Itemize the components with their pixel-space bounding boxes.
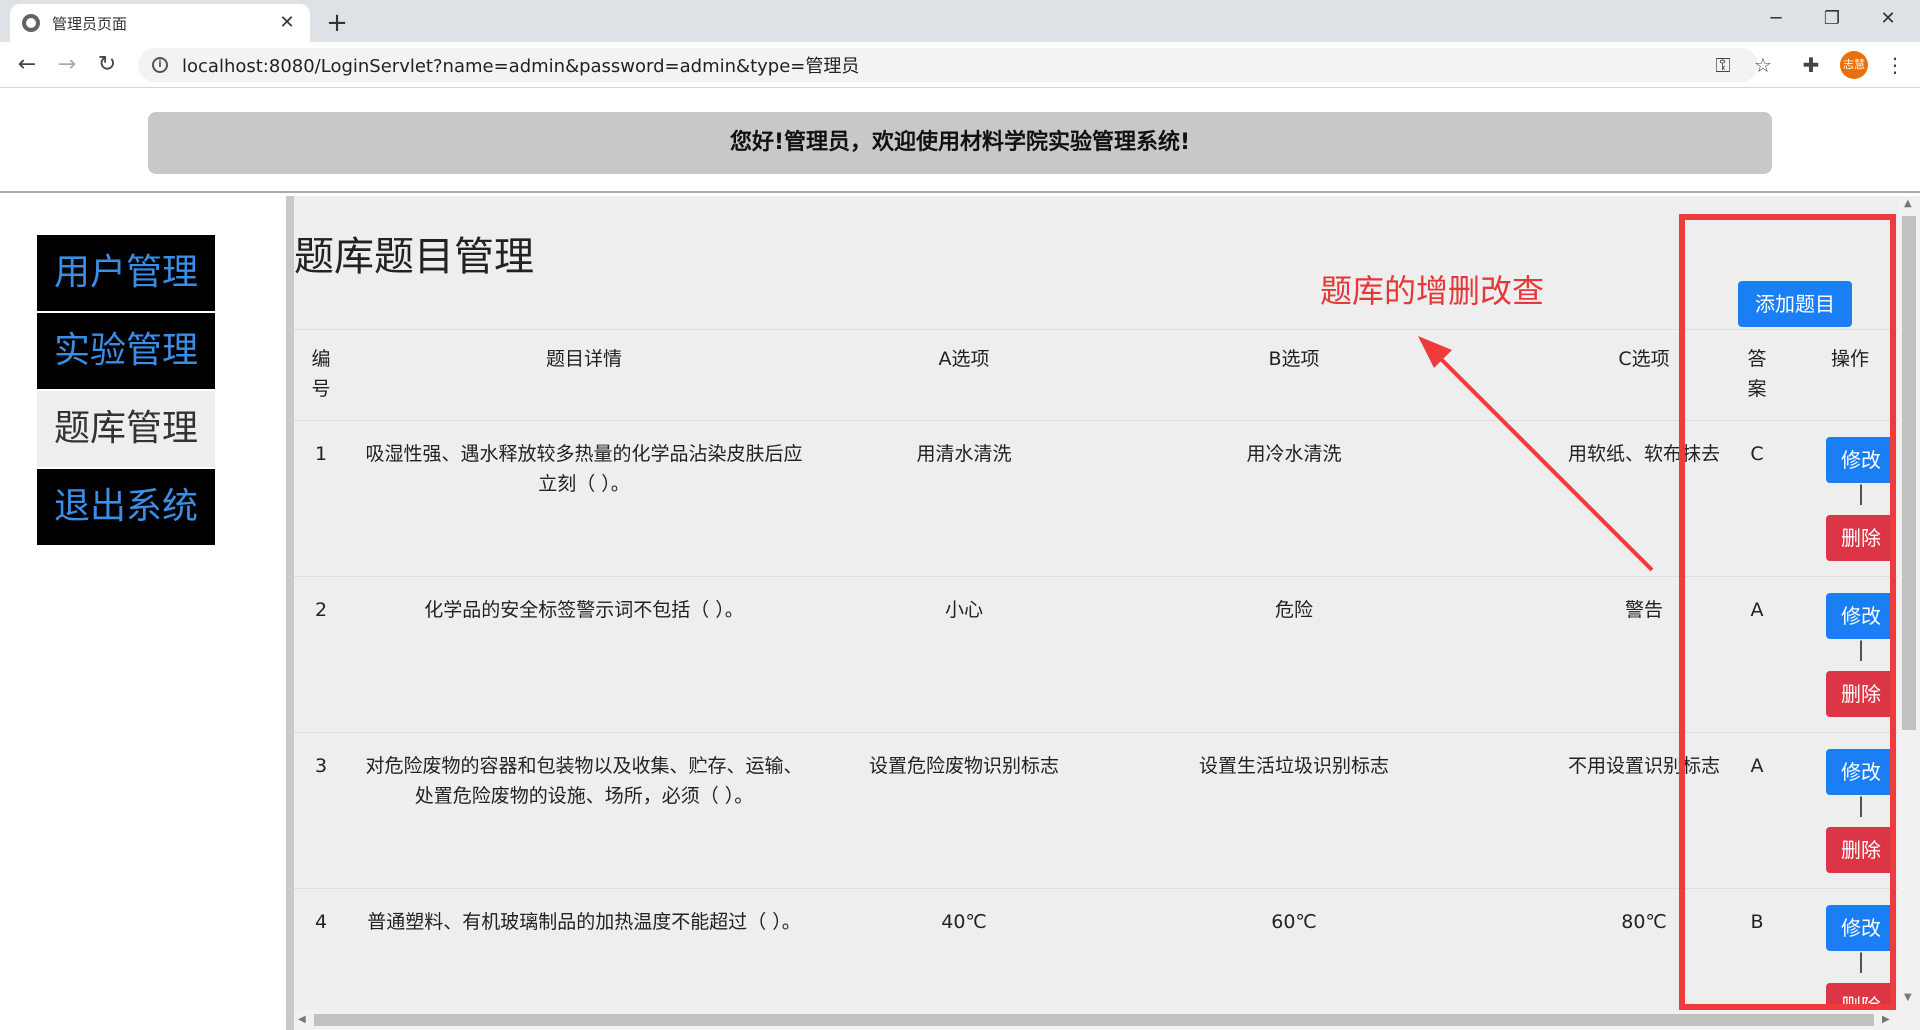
row-question: 对危险废物的容器和包装物以及收集、贮存、运输、处置危险废物的设施、场所，必须（ … <box>365 755 803 807</box>
row-id: 1 <box>314 443 328 465</box>
forward-icon[interactable]: → <box>52 50 82 80</box>
row-option-a: 用清水清洗 <box>916 443 1012 465</box>
row-option-a: 小心 <box>944 599 983 621</box>
row-option-b: 60℃ <box>1271 911 1317 933</box>
table-row: 3 对危险废物的容器和包装物以及收集、贮存、运输、处置危险废物的设施、场所，必须… <box>294 733 1898 889</box>
new-tab-icon[interactable]: + <box>322 8 352 38</box>
welcome-banner: 您好!管理员，欢迎使用材料学院实验管理系统! <box>148 112 1772 174</box>
tab-title: 管理员页面 <box>52 14 128 33</box>
close-window-icon[interactable]: ✕ <box>1860 0 1916 38</box>
scroll-left-icon[interactable]: ◀ <box>298 1014 306 1025</box>
scroll-up-icon[interactable]: ▲ <box>1904 198 1912 209</box>
table-row: 2 化学品的安全标签警示词不包括（ ）。 小心 危险 警告 A 修改 | 删除 <box>294 577 1898 733</box>
globe-icon <box>22 14 40 32</box>
scroll-down-icon[interactable]: ▼ <box>1904 992 1912 1003</box>
row-option-a: 设置危险废物识别标志 <box>868 755 1059 777</box>
restore-icon[interactable]: ❐ <box>1804 0 1860 38</box>
address-bar: ← → ↻ i localhost:8080/LoginServlet?name… <box>0 42 1920 88</box>
url-input[interactable]: i localhost:8080/LoginServlet?name=admin… <box>138 48 1758 82</box>
info-icon[interactable]: i <box>152 57 168 73</box>
profile-avatar[interactable]: 志慧 <box>1840 51 1868 79</box>
vertical-scroll-thumb[interactable] <box>1902 216 1916 730</box>
sidebar-item-experiments[interactable]: 实验管理 <box>37 313 215 389</box>
close-tab-icon[interactable]: ✕ <box>276 12 298 34</box>
url-text: localhost:8080/LoginServlet?name=admin&p… <box>182 56 860 77</box>
annotation-highlight-box <box>1679 214 1896 1010</box>
col-option-b: B选项 <box>1268 348 1320 370</box>
key-icon[interactable]: ⚿ <box>1708 50 1738 80</box>
horizontal-scrollbar[interactable]: ◀ ▶ <box>294 1010 1898 1030</box>
sidebar-item-logout[interactable]: 退出系统 <box>37 469 215 545</box>
annotation-text: 题库的增删改查 <box>1320 272 1545 310</box>
row-question: 吸湿性强、遇水释放较多热量的化学品沾染皮肤后应立刻（ ）。 <box>365 443 803 495</box>
main-content: 题库题目管理 题库的增删改查 添加题目 编 号 题目详情 A选项 B选项 C选项… <box>294 196 1898 1010</box>
row-id: 4 <box>314 911 328 933</box>
vertical-scrollbar[interactable]: ▲ ▼ <box>1898 196 1920 1030</box>
extensions-icon[interactable]: ✚ <box>1796 50 1826 80</box>
row-question: 普通塑料、有机玻璃制品的加热温度不能超过（ ）。 <box>367 911 801 933</box>
horizontal-scroll-thumb[interactable] <box>314 1014 1874 1026</box>
back-icon[interactable]: ← <box>12 50 42 80</box>
browser-titlebar: 管理员页面 ✕ + ─ ❐ ✕ <box>0 0 1920 42</box>
sidebar: 用户管理 实验管理 题库管理 退出系统 <box>0 193 286 1030</box>
browser-tab[interactable]: 管理员页面 ✕ <box>10 4 310 42</box>
star-icon[interactable]: ☆ <box>1748 50 1778 80</box>
frame-divider <box>286 196 294 1030</box>
page-title: 题库题目管理 <box>294 234 534 280</box>
row-option-a: 40℃ <box>941 911 987 933</box>
sidebar-item-question-bank[interactable]: 题库管理 <box>37 391 215 467</box>
col-question: 题目详情 <box>545 348 622 370</box>
scroll-right-icon[interactable]: ▶ <box>1882 1014 1890 1025</box>
col-id: 编 号 <box>311 348 331 400</box>
sidebar-item-users[interactable]: 用户管理 <box>37 235 215 311</box>
row-id: 3 <box>314 755 328 777</box>
table-row: 4 普通塑料、有机玻璃制品的加热温度不能超过（ ）。 40℃ 60℃ 80℃ B… <box>294 889 1898 1010</box>
annotation-arrow <box>1418 336 1654 572</box>
menu-icon[interactable]: ⋮ <box>1880 50 1910 80</box>
row-option-b: 危险 <box>1274 599 1313 621</box>
minimize-icon[interactable]: ─ <box>1748 0 1804 38</box>
row-option-b: 设置生活垃圾识别标志 <box>1198 755 1389 777</box>
row-option-b: 用冷水清洗 <box>1246 443 1342 465</box>
reload-icon[interactable]: ↻ <box>92 50 122 80</box>
row-question: 化学品的安全标签警示词不包括（ ）。 <box>424 599 744 621</box>
col-option-a: A选项 <box>938 348 990 370</box>
header-divider <box>0 191 1920 193</box>
row-id: 2 <box>314 599 328 621</box>
